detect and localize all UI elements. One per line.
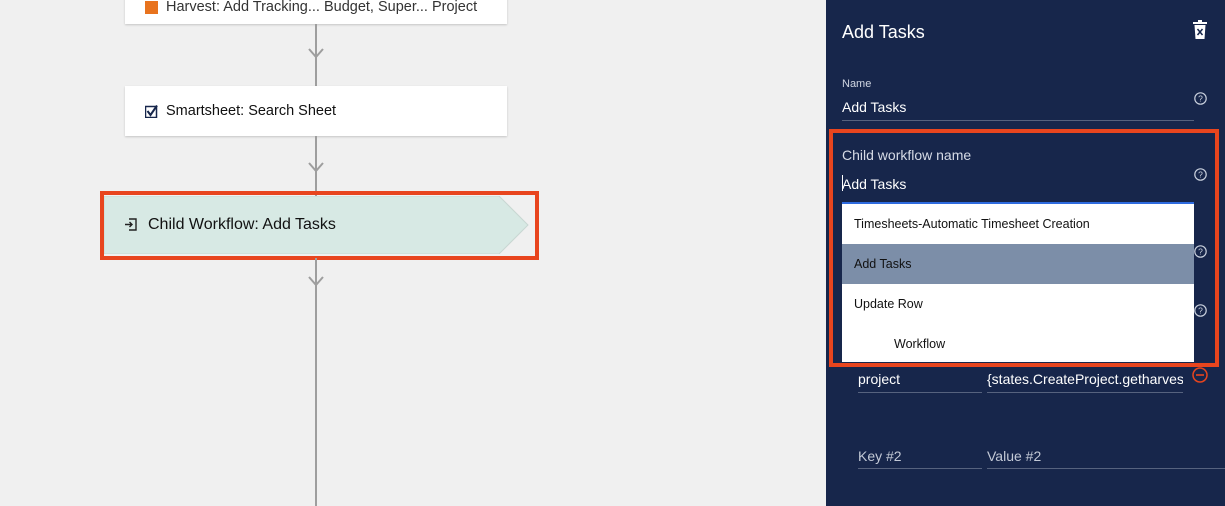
- remove-circle-icon[interactable]: [1192, 367, 1208, 383]
- key2-underline: [858, 468, 982, 469]
- harvest-node[interactable]: Harvest: Add Tracking... Budget, Super..…: [125, 0, 507, 24]
- child-node-highlight: [100, 191, 539, 260]
- smartsheet-check-icon: [145, 104, 158, 118]
- connector-arrow-2: [308, 162, 324, 173]
- harvest-node-label: Harvest: Add Tracking... Budget, Super..…: [166, 0, 478, 15]
- value2-input[interactable]: Value #2: [987, 448, 1041, 464]
- svg-text:?: ?: [1198, 94, 1203, 104]
- param-value-underline: [987, 392, 1183, 393]
- smartsheet-search-node[interactable]: Smartsheet: Search Sheet: [125, 86, 507, 136]
- param-key-field[interactable]: project: [858, 371, 900, 387]
- name-label: Name: [842, 78, 872, 90]
- name-underline: [842, 120, 1194, 121]
- harvest-icon: [145, 0, 158, 14]
- panel-title: Add Tasks: [842, 22, 925, 42]
- connector-line-3: [315, 258, 317, 506]
- workflow-canvas[interactable]: Harvest: Add Tracking... Budget, Super..…: [0, 0, 826, 506]
- trash-icon[interactable]: [1192, 20, 1208, 40]
- key2-input[interactable]: Key #2: [858, 448, 902, 464]
- param-value-field[interactable]: {states.CreateProject.getharves: [987, 371, 1183, 387]
- smartsheet-search-label: Smartsheet: Search Sheet: [166, 103, 337, 119]
- value2-underline: [987, 468, 1225, 469]
- param-key-underline: [858, 392, 982, 393]
- connector-arrow-1: [308, 48, 324, 59]
- child-workflow-highlight: [829, 129, 1219, 367]
- name-field[interactable]: Add Tasks: [842, 99, 906, 115]
- connector-arrow-3: [308, 276, 324, 287]
- help-icon[interactable]: ?: [1194, 92, 1207, 105]
